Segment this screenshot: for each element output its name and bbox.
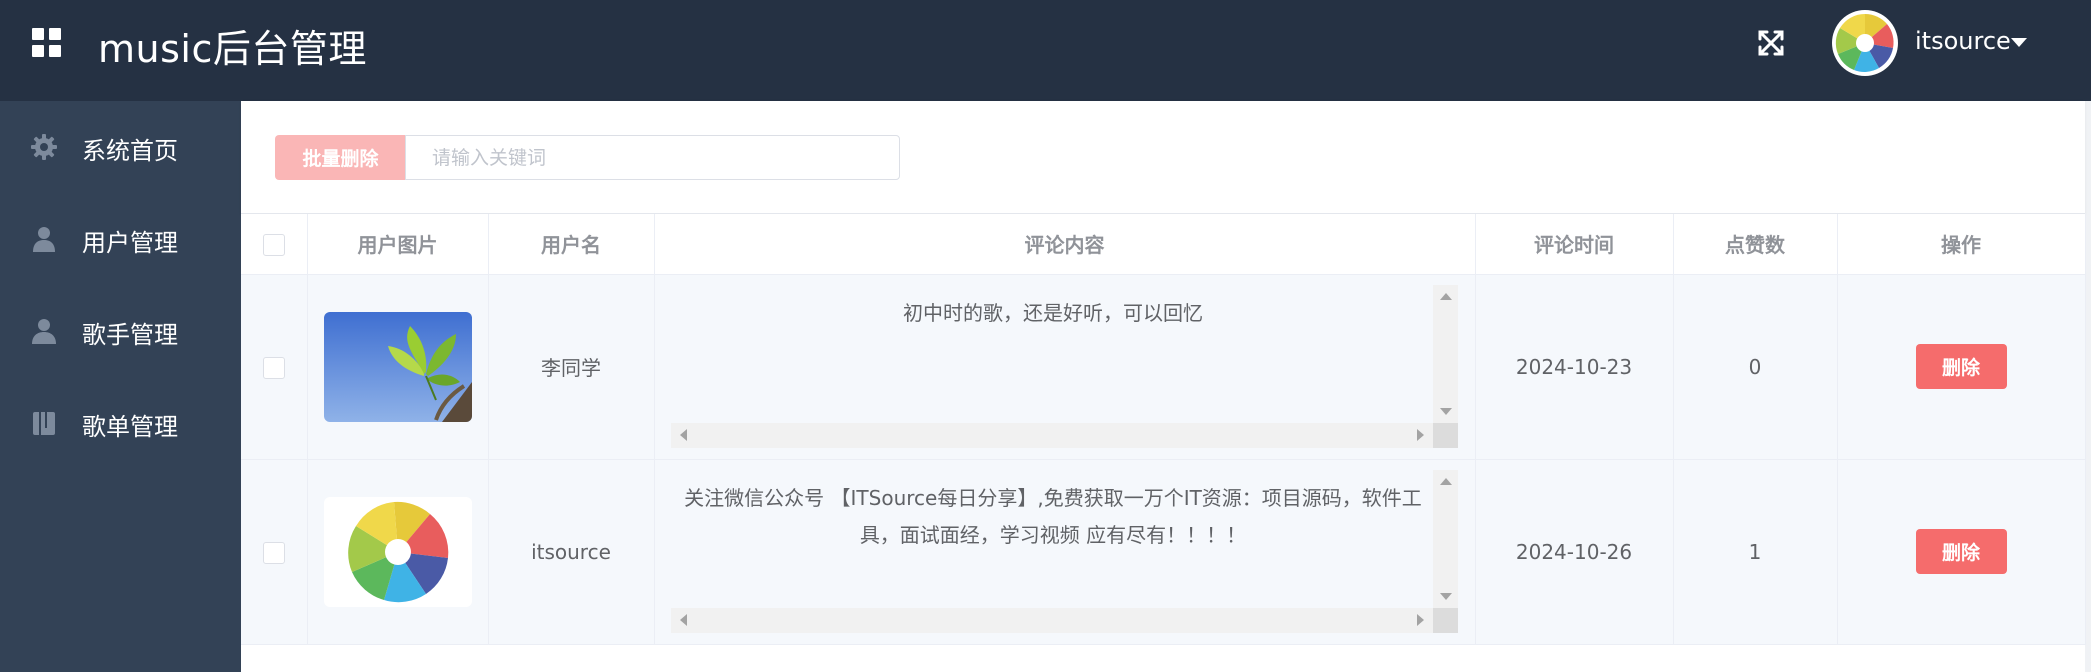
comments-table: 用户图片 用户名 评论内容 评论时间 点赞数 操作 李同学 初中时的歌，还是好听… bbox=[241, 214, 2086, 672]
vertical-scrollbar[interactable] bbox=[1433, 470, 1458, 608]
sidebar-item-singers[interactable]: 歌手管理 bbox=[0, 285, 241, 377]
username-cell: 李同学 bbox=[488, 274, 655, 460]
sidebar-item-playlists[interactable]: 歌单管理 bbox=[0, 377, 241, 469]
column-header: 评论时间 bbox=[1475, 214, 1674, 275]
batch-delete-button[interactable]: 批量删除 bbox=[275, 135, 406, 180]
table-row: 李同学 初中时的歌，还是好听，可以回忆 2024-10-23 0 删除 bbox=[241, 274, 2086, 460]
search-input[interactable] bbox=[405, 135, 900, 180]
scroll-down-icon[interactable] bbox=[1440, 593, 1452, 600]
user-icon bbox=[33, 227, 55, 252]
grid-icon[interactable] bbox=[32, 28, 61, 57]
sidebar-item-users[interactable]: 用户管理 bbox=[0, 193, 241, 285]
likes-cell: 1 bbox=[1673, 459, 1838, 645]
user-image bbox=[323, 496, 472, 607]
aperture-logo-icon bbox=[1834, 12, 1896, 74]
row-checkbox[interactable] bbox=[262, 356, 285, 379]
app-title: music后台管理 bbox=[98, 27, 367, 71]
select-all-cell bbox=[241, 214, 308, 275]
comment-text: 初中时的歌，还是好听，可以回忆 bbox=[903, 301, 1203, 325]
scroll-up-icon[interactable] bbox=[1440, 478, 1452, 485]
horizontal-scrollbar[interactable] bbox=[671, 608, 1433, 633]
comment-textarea[interactable]: 关注微信公众号 【ITSource每日分享】,免费获取一万个IT资源：项目源码，… bbox=[671, 470, 1458, 633]
username-cell: itsource bbox=[488, 459, 655, 645]
column-header: 点赞数 bbox=[1673, 214, 1838, 275]
sidebar-item-label: 用户管理 bbox=[82, 229, 178, 257]
comment-text: 关注微信公众号 【ITSource每日分享】,免费获取一万个IT资源：项目源码，… bbox=[684, 486, 1422, 547]
scroll-up-icon[interactable] bbox=[1440, 293, 1452, 300]
table-header-row: 用户图片 用户名 评论内容 评论时间 点赞数 操作 bbox=[241, 214, 2086, 275]
delete-button[interactable]: 删除 bbox=[1915, 529, 2007, 574]
chevron-down-icon[interactable] bbox=[2011, 38, 2027, 47]
aperture-logo-icon bbox=[323, 496, 472, 607]
scroll-down-icon[interactable] bbox=[1440, 408, 1452, 415]
column-header: 用户图片 bbox=[307, 214, 489, 275]
scrollbar-corner bbox=[1433, 423, 1458, 448]
user-image bbox=[323, 311, 472, 422]
fullscreen-icon[interactable] bbox=[1756, 28, 1786, 58]
sidebar: 系统首页 用户管理 歌手管理 歌单管理 bbox=[0, 101, 241, 672]
horizontal-scrollbar[interactable] bbox=[671, 423, 1433, 448]
comment-time-cell: 2024-10-23 bbox=[1475, 274, 1674, 460]
scroll-left-icon[interactable] bbox=[680, 429, 687, 441]
column-header: 用户名 bbox=[488, 214, 655, 275]
table-row: itsource 关注微信公众号 【ITSource每日分享】,免费获取一万个I… bbox=[241, 459, 2086, 645]
ginkgo-leaf-photo-icon bbox=[323, 311, 472, 422]
sidebar-item-label: 歌单管理 bbox=[82, 413, 178, 441]
toolbar: 批量删除 bbox=[241, 101, 2085, 214]
sidebar-item-label: 系统首页 bbox=[82, 137, 178, 165]
top-header: music后台管理 itsource bbox=[0, 0, 2091, 101]
scroll-right-icon[interactable] bbox=[1417, 429, 1424, 441]
current-username[interactable]: itsource bbox=[1915, 27, 2011, 55]
comment-time-cell: 2024-10-26 bbox=[1475, 459, 1674, 645]
column-header: 操作 bbox=[1837, 214, 2086, 275]
comment-textarea[interactable]: 初中时的歌，还是好听，可以回忆 bbox=[671, 285, 1458, 448]
sidebar-item-home[interactable]: 系统首页 bbox=[0, 101, 241, 193]
playlist-icon bbox=[33, 412, 55, 435]
column-header: 评论内容 bbox=[654, 214, 1476, 275]
select-all-checkbox[interactable] bbox=[262, 234, 285, 256]
scroll-left-icon[interactable] bbox=[680, 614, 687, 626]
sidebar-item-label: 歌手管理 bbox=[82, 321, 178, 349]
gear-icon bbox=[31, 134, 57, 160]
scrollbar-corner bbox=[1433, 608, 1458, 633]
singer-icon bbox=[32, 319, 56, 344]
avatar[interactable] bbox=[1832, 10, 1898, 76]
likes-cell: 0 bbox=[1673, 274, 1838, 460]
row-checkbox[interactable] bbox=[262, 541, 285, 564]
vertical-scrollbar[interactable] bbox=[1433, 285, 1458, 423]
scroll-right-icon[interactable] bbox=[1417, 614, 1424, 626]
delete-button[interactable]: 删除 bbox=[1915, 344, 2007, 389]
